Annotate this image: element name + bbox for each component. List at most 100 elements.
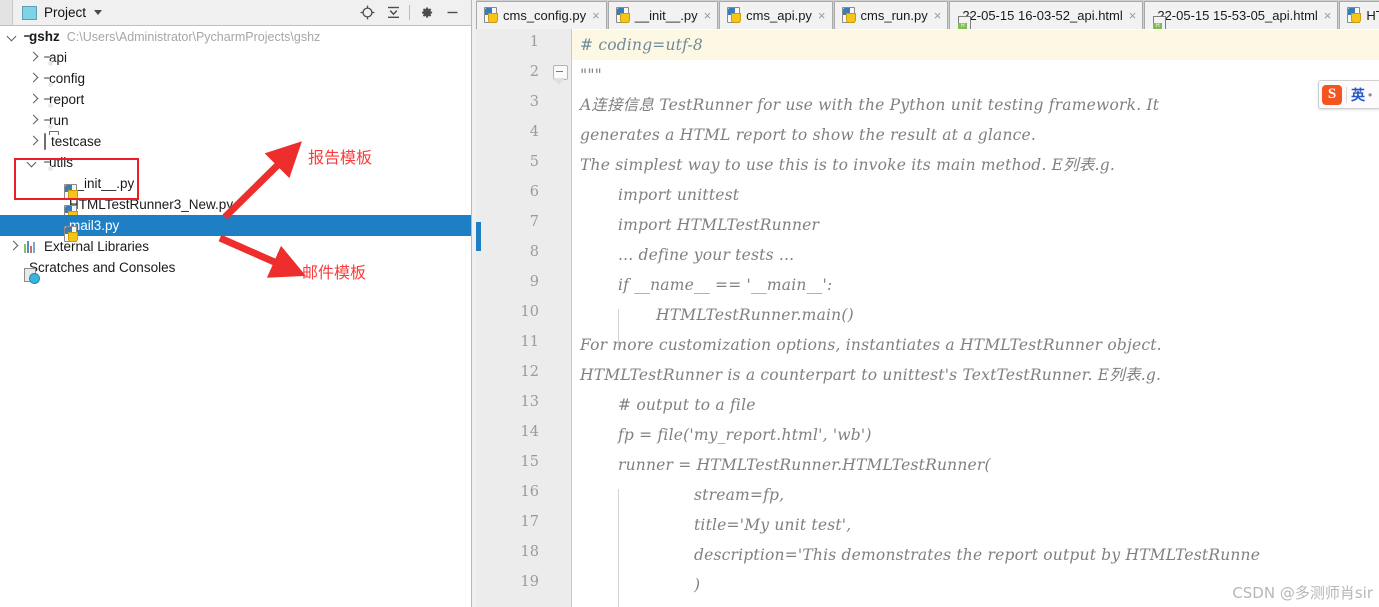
- tab-close-icon[interactable]: ×: [1324, 9, 1332, 22]
- tab-close-icon[interactable]: ×: [934, 9, 942, 22]
- annotation-report-template: 报告模板: [308, 148, 373, 167]
- pycharm-window: Project gshz C:\Users\Administrator\Pych…: [0, 0, 1379, 607]
- line-number: 12: [520, 364, 539, 380]
- ime-more-icon[interactable]: •: [1368, 88, 1372, 102]
- editor-tab-__init__.py[interactable]: __init__.py ×: [607, 1, 719, 29]
- editor-tab-22-05-15-15-53-05_api.html[interactable]: H 22-05-15 15-53-05_api.html ×: [1144, 1, 1339, 29]
- chevron-down-icon[interactable]: [94, 10, 103, 15]
- code-line[interactable]: ... define your tests ...: [618, 240, 794, 270]
- code-line[interactable]: ): [694, 570, 700, 600]
- code-line[interactable]: # output to a file: [618, 390, 756, 420]
- tool-window-stripe: [0, 0, 13, 25]
- tree-item-utils[interactable]: utils: [0, 152, 471, 173]
- tab-close-icon[interactable]: ×: [704, 9, 712, 22]
- code-line[interactable]: stream=fp,: [694, 480, 784, 510]
- tree-item-config[interactable]: config: [0, 68, 471, 89]
- code-line[interactable]: HTMLTestRunner is a counterpart to unitt…: [580, 360, 1161, 390]
- tab-label: cms_config.py: [503, 8, 587, 23]
- fold-region-tip: [553, 78, 565, 85]
- editor-tab-cms_api.py[interactable]: cms_api.py ×: [719, 1, 833, 29]
- expand-arrow-icon[interactable]: [28, 53, 37, 62]
- ime-mode-label[interactable]: 英: [1351, 85, 1365, 105]
- tree-item-testcase[interactable]: testcase: [0, 131, 471, 152]
- tree-item-gshz[interactable]: gshz C:\Users\Administrator\PycharmProjec…: [0, 26, 471, 47]
- tree-item-label: External Libraries: [44, 239, 150, 254]
- editor-tab-bar[interactable]: cms_config.py × __init__.py × cms_api.py × cms…: [476, 0, 1379, 29]
- project-tree[interactable]: gshz C:\Users\Administrator\PycharmProjec…: [0, 26, 471, 607]
- code-line[interactable]: HTMLTestRunner.main(): [656, 300, 854, 330]
- line-number: 14: [520, 424, 539, 440]
- tree-item-external-libraries[interactable]: External Libraries: [0, 236, 471, 257]
- tree-item-scratches-and-consoles[interactable]: Scratches and Consoles: [0, 257, 471, 284]
- editor-tab-cms_run.py[interactable]: cms_run.py ×: [833, 1, 949, 29]
- code-line[interactable]: For more customization options, instanti…: [580, 330, 1162, 360]
- python-file-icon: [727, 6, 742, 25]
- collapse-arrow-icon[interactable]: [8, 32, 17, 41]
- code-line[interactable]: import unittest: [618, 180, 739, 210]
- tree-item-api[interactable]: api: [0, 47, 471, 68]
- tab-close-icon[interactable]: ×: [1129, 9, 1137, 22]
- code-line[interactable]: # coding=utf-8: [580, 30, 703, 60]
- ime-divider: [1346, 86, 1347, 103]
- python-file-icon: [615, 6, 630, 25]
- minimize-icon[interactable]: [439, 0, 465, 25]
- tree-item-label: report: [49, 92, 85, 107]
- expand-arrow-icon[interactable]: [28, 137, 37, 146]
- code-line[interactable]: generates a HTML report to show the resu…: [580, 120, 1036, 150]
- editor-tab-ht[interactable]: HT: [1339, 1, 1379, 29]
- tab-label: HT: [1366, 8, 1379, 23]
- project-icon: [22, 5, 37, 20]
- tab-close-icon[interactable]: ×: [818, 9, 826, 22]
- line-number: 16: [520, 484, 539, 500]
- tree-item-__init__.py[interactable]: __init__.py: [0, 173, 471, 200]
- code-line[interactable]: title='My unit test',: [694, 510, 851, 540]
- line-number: 10: [520, 304, 539, 320]
- tree-item-report[interactable]: report: [0, 89, 471, 110]
- tree-item-htmltestrunner3_new.py[interactable]: HTMLTestRunner3_New.py: [0, 194, 471, 221]
- project-panel-header: Project: [0, 0, 471, 26]
- line-number: 11: [520, 334, 539, 350]
- line-number: 9: [529, 274, 539, 290]
- sogou-ime-bar[interactable]: S 英 •: [1318, 80, 1379, 109]
- code-line[interactable]: A连接信息 TestRunner for use with the Python…: [580, 90, 1159, 120]
- tree-item-label: HTMLTestRunner3_New.py: [69, 197, 234, 212]
- code-line[interactable]: description='This demonstrates the repor…: [694, 540, 1260, 570]
- editor-tab-cms_config.py[interactable]: cms_config.py ×: [476, 1, 607, 29]
- expand-arrow-icon[interactable]: [8, 242, 17, 251]
- editor-tab-22-05-15-16-03-52_api.html[interactable]: H 22-05-15 16-03-52_api.html ×: [949, 1, 1144, 29]
- editor-area: cms_config.py × __init__.py × cms_api.py × cms…: [476, 0, 1379, 607]
- code-line[interactable]: """: [580, 60, 602, 90]
- collapse-arrow-icon[interactable]: [28, 158, 37, 167]
- code-line[interactable]: fp = file('my_report.html', 'wb'): [618, 420, 872, 450]
- tab-label: cms_api.py: [746, 8, 812, 23]
- code-folding-column[interactable]: [552, 29, 570, 607]
- annotation-mail-template: 邮件模板: [302, 263, 367, 282]
- expand-arrow-icon[interactable]: [28, 74, 37, 83]
- folder-icon: [44, 133, 46, 150]
- line-number: 2: [529, 64, 539, 80]
- python-file-icon: [1347, 6, 1362, 25]
- line-number: 4: [529, 124, 539, 140]
- line-number: 1: [529, 34, 539, 50]
- line-number: 17: [520, 514, 539, 530]
- line-number: 19: [520, 574, 539, 590]
- expand-arrow-icon[interactable]: [28, 95, 37, 104]
- code-line[interactable]: if __name__ == '__main__':: [618, 270, 832, 300]
- line-number: 3: [529, 94, 539, 110]
- locate-in-tree-icon[interactable]: [354, 0, 380, 25]
- tree-item-mail3.py[interactable]: mail3.py: [0, 215, 471, 242]
- tree-item-label: testcase: [51, 134, 102, 149]
- code-line[interactable]: runner = HTMLTestRunner.HTMLTestRunner(: [618, 450, 991, 480]
- expand-arrow-icon[interactable]: [28, 116, 37, 125]
- tree-item-label: config: [49, 71, 86, 86]
- code-line[interactable]: The simplest way to use this is to invok…: [580, 150, 1115, 180]
- tree-item-run[interactable]: run: [0, 110, 471, 131]
- code-line[interactable]: import HTMLTestRunner: [618, 210, 819, 240]
- settings-gear-icon[interactable]: [413, 0, 439, 25]
- collapse-all-icon[interactable]: [380, 0, 406, 25]
- code-content[interactable]: # coding=utf-8 """ A连接信息 TestRunner for us…: [572, 29, 1379, 607]
- python-file-icon: [484, 6, 498, 25]
- tab-label: __init__.py: [634, 8, 698, 23]
- line-number: 15: [520, 454, 539, 470]
- tab-close-icon[interactable]: ×: [592, 9, 600, 22]
